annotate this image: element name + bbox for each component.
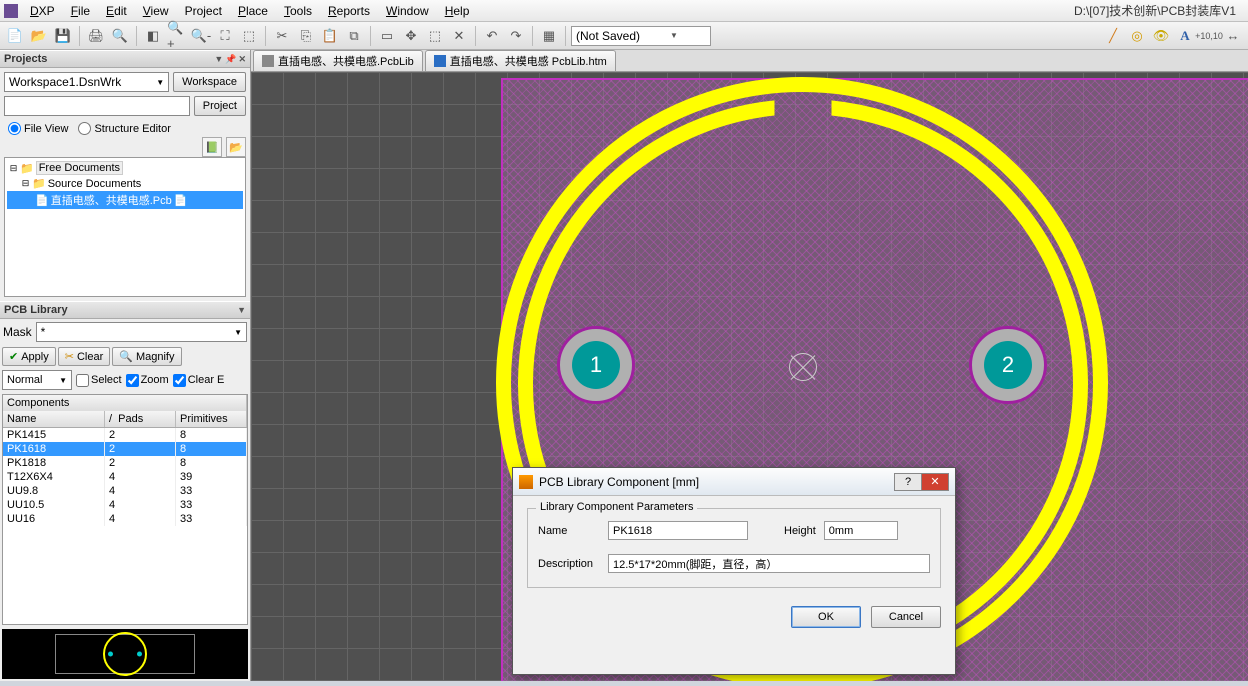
project-tree[interactable]: ⊟📁Free Documents ⊟📁Source Documents 📄直插电… (4, 157, 246, 297)
table-row[interactable]: UU16433 (3, 512, 247, 526)
new-icon[interactable]: 📄 (4, 25, 26, 47)
undo-icon[interactable]: ↶ (481, 25, 503, 47)
compile-icon[interactable]: 📗 (202, 137, 222, 157)
tab-pcblib[interactable]: 直插电感、共模电感.PcbLib (253, 50, 423, 71)
menu-bar: DDXPXP FileFile EditEdit ViewView Projec… (0, 0, 1248, 22)
menu-help[interactable]: HelpHelp (437, 1, 478, 21)
normal-combo[interactable]: Normal▼ (2, 370, 72, 390)
table-row[interactable]: T12X6X4439 (3, 470, 247, 484)
height-input[interactable] (824, 521, 898, 540)
deselect-icon[interactable]: ⬚ (424, 25, 446, 47)
place-coord-icon[interactable]: +10,10 (1198, 25, 1220, 47)
layers-icon[interactable]: ◧ (142, 25, 164, 47)
htm-file-icon (434, 55, 446, 67)
height-label: Height (784, 525, 816, 537)
sidebar: Projects ▼📌✕ Workspace1.DsnWrk▼ Workspac… (0, 50, 251, 681)
dialog-title: PCB Library Component [mm] (539, 475, 699, 489)
dialog-help-button[interactable]: ? (894, 473, 922, 491)
copy-icon[interactable]: ⎘ (295, 25, 317, 47)
status-bar (0, 681, 1248, 686)
table-row[interactable]: UU9.8433 (3, 484, 247, 498)
place-string-icon[interactable]: A (1174, 25, 1196, 47)
menu-window[interactable]: WindowWindow (378, 1, 437, 21)
move-icon[interactable]: ✥ (400, 25, 422, 47)
component-dialog: PCB Library Component [mm] ? ✕ Library C… (512, 467, 956, 675)
components-table[interactable]: Components Name / Pads Primitives PK1415… (2, 394, 248, 625)
file-path: D:\[07]技术创新\PCB封装库V1 (1074, 2, 1244, 19)
pad-1[interactable]: 1 (557, 326, 635, 404)
zoom-checkbox[interactable]: Zoom (126, 374, 169, 387)
select-checkbox[interactable]: Select (76, 374, 122, 387)
pcblib-file-icon (262, 55, 274, 67)
table-row[interactable]: UU10.5433 (3, 498, 247, 512)
menu-view[interactable]: ViewView (135, 1, 177, 21)
place-pad-icon[interactable]: ◎ (1126, 25, 1148, 47)
footprint-preview (2, 629, 248, 679)
origin-marker (786, 350, 820, 384)
menu-edit[interactable]: EditEdit (98, 1, 135, 21)
mask-combo[interactable]: *▼ (36, 322, 247, 342)
description-label: Description (538, 558, 600, 570)
zoom-out-icon[interactable]: 🔍- (190, 25, 212, 47)
place-via-icon[interactable]: 👁 (1150, 25, 1172, 47)
cancel-button[interactable]: Cancel (871, 606, 941, 628)
place-dimension-icon[interactable]: ↔ (1222, 25, 1244, 47)
duplicate-icon[interactable]: ⧉ (343, 25, 365, 47)
redo-icon[interactable]: ↷ (505, 25, 527, 47)
file-view-radio[interactable]: File View (8, 122, 68, 135)
workspace-button[interactable]: Workspace (173, 72, 246, 92)
cleare-checkbox[interactable]: Clear E (173, 374, 225, 387)
clear-button[interactable]: ✂Clear (58, 347, 111, 366)
dialog-close-button[interactable]: ✕ (921, 473, 949, 491)
preview-icon[interactable]: 🔍 (109, 25, 131, 47)
pcblib-panel-header: PCB Library ▼ (0, 301, 250, 319)
save-icon[interactable]: 💾 (52, 25, 74, 47)
table-row[interactable]: PK181828 (3, 456, 247, 470)
structure-editor-radio[interactable]: Structure Editor (78, 122, 170, 135)
pad-2[interactable]: 2 (969, 326, 1047, 404)
doc-combo[interactable]: (Not Saved)▼ (571, 26, 711, 46)
panel-dd-icon[interactable]: ▼ (237, 305, 246, 315)
menu-dxp[interactable]: DDXPXP (22, 1, 63, 21)
grid-icon[interactable]: ▦ (538, 25, 560, 47)
project-button[interactable]: Project (194, 96, 246, 116)
zoom-select-icon[interactable]: ⬚ (238, 25, 260, 47)
zoom-in-icon[interactable]: 🔍+ (166, 25, 188, 47)
print-icon[interactable]: 🖨 (85, 25, 107, 47)
table-row[interactable]: PK141528 (3, 428, 247, 442)
zoom-fit-icon[interactable]: ⛶ (214, 25, 236, 47)
toolbar: 📄 📂 💾 🖨 🔍 ◧ 🔍+ 🔍- ⛶ ⬚ ✂ ⎘ 📋 ⧉ ▭ ✥ ⬚ ✕ ↶ … (0, 22, 1248, 50)
name-input[interactable] (608, 521, 748, 540)
group-title: Library Component Parameters (536, 501, 697, 513)
table-row[interactable]: PK161828 (3, 442, 247, 456)
paste-icon[interactable]: 📋 (319, 25, 341, 47)
dialog-titlebar[interactable]: PCB Library Component [mm] ? ✕ (513, 468, 955, 496)
panel-close-icon[interactable]: ✕ (238, 54, 246, 65)
menu-place[interactable]: PlacePlace (230, 1, 276, 21)
refresh-icon[interactable]: 📂 (226, 137, 246, 157)
menu-project[interactable]: ProjectProject (177, 1, 230, 21)
panel-pin2-icon[interactable]: 📌 (225, 54, 236, 65)
magnify-button[interactable]: 🔍Magnify (112, 347, 181, 366)
workspace-combo[interactable]: Workspace1.DsnWrk▼ (4, 72, 169, 92)
tab-htm[interactable]: 直插电感、共模电感 PcbLib.htm (425, 50, 616, 71)
projects-panel-header: Projects ▼📌✕ (0, 50, 250, 68)
name-label: Name (538, 525, 600, 537)
menu-reports[interactable]: ReportsReports (320, 1, 378, 21)
menu-file[interactable]: FileFile (63, 1, 98, 21)
clear-icon[interactable]: ✕ (448, 25, 470, 47)
place-line-icon[interactable]: ╱ (1102, 25, 1124, 47)
ok-button[interactable]: OK (791, 606, 861, 628)
project-combo[interactable] (4, 96, 190, 116)
panel-pin-icon[interactable]: ▼ (214, 54, 223, 65)
apply-button[interactable]: ✔Apply (2, 347, 56, 366)
menu-tools[interactable]: ToolsTools (276, 1, 320, 21)
cut-icon[interactable]: ✂ (271, 25, 293, 47)
select-rect-icon[interactable]: ▭ (376, 25, 398, 47)
description-input[interactable] (608, 554, 930, 573)
app-logo-icon (4, 4, 18, 18)
mask-label: Mask (3, 325, 32, 339)
open-icon[interactable]: 📂 (28, 25, 50, 47)
dialog-icon (519, 475, 533, 489)
